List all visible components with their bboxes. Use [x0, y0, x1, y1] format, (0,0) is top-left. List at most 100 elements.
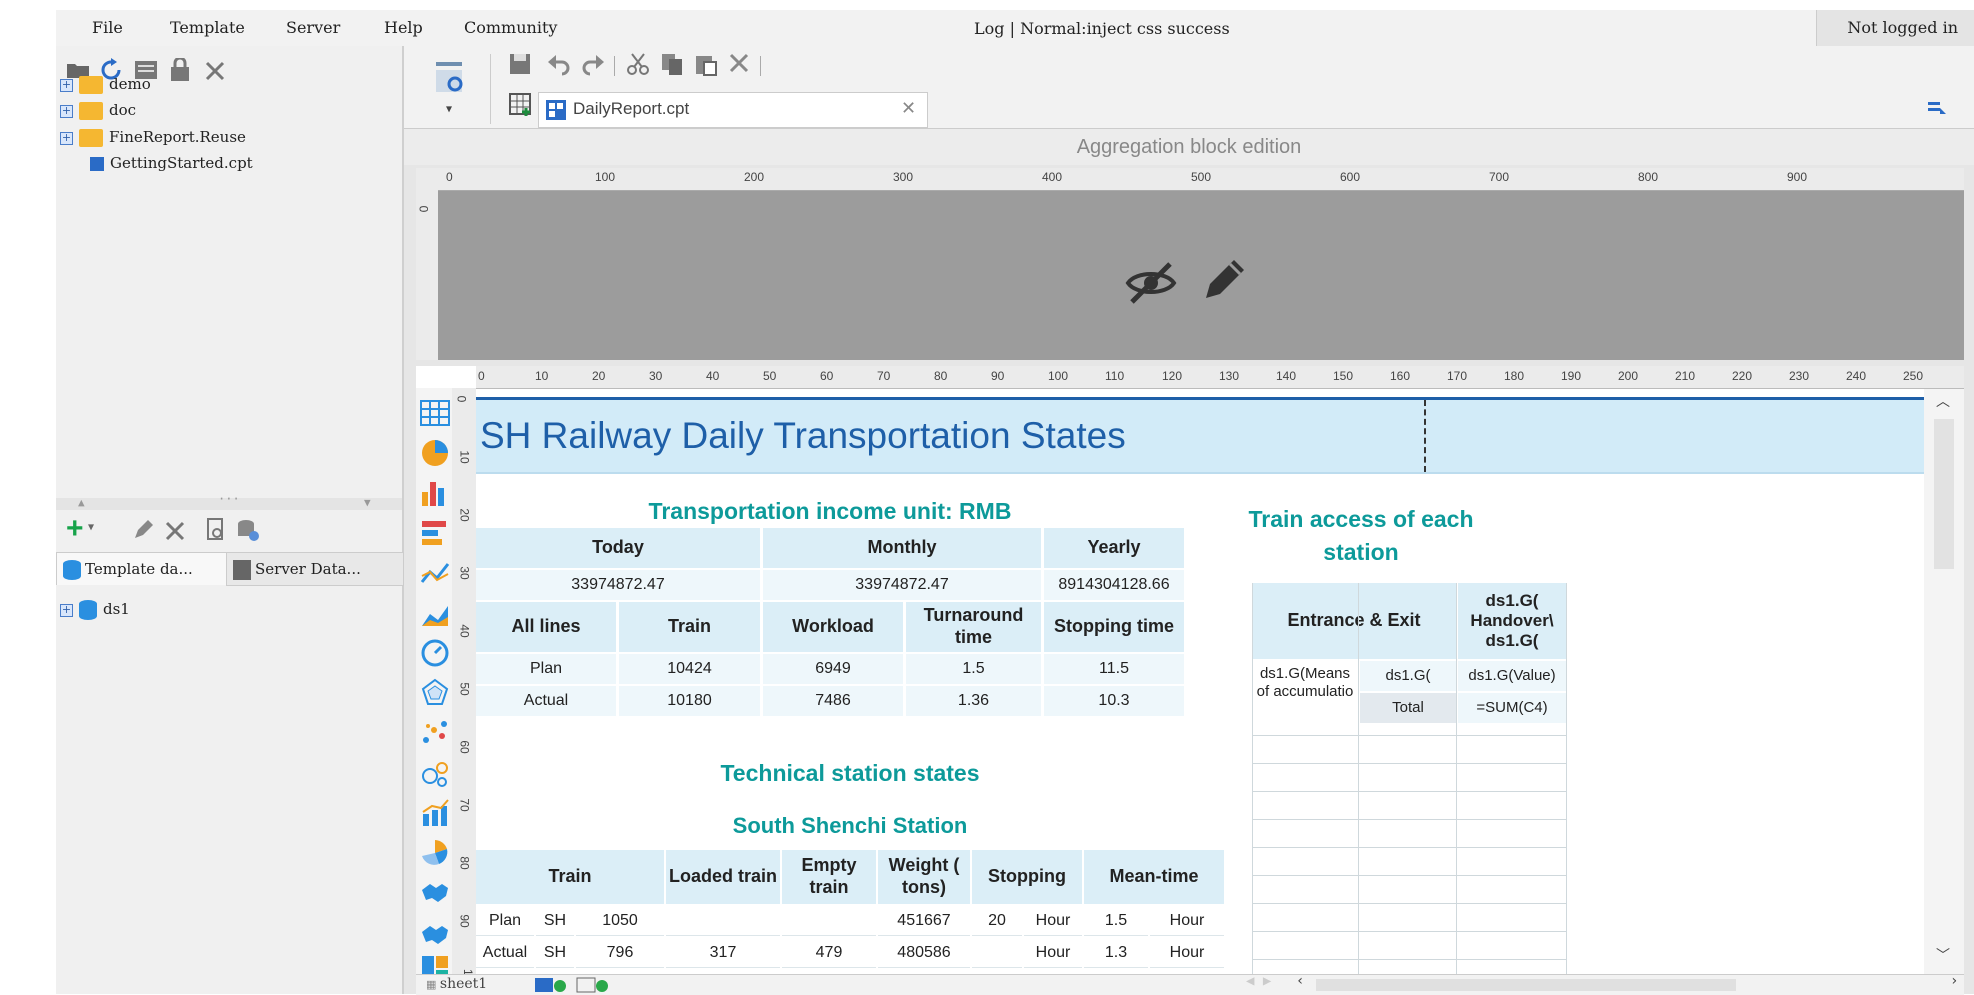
stats-header-all-lines[interactable]: All lines — [476, 602, 616, 652]
station-cell[interactable] — [972, 938, 1022, 968]
dataset-item-ds1[interactable]: + ds1 — [60, 598, 130, 620]
lock-icon[interactable] — [168, 58, 192, 82]
access-col1-header[interactable]: ds1.G( Handover\ ds1.G( — [1458, 583, 1566, 659]
expand-icon[interactable]: + — [60, 131, 73, 145]
scroll-right-icon[interactable]: › — [1950, 973, 1958, 989]
station-cell[interactable]: 1.3 — [1084, 938, 1148, 968]
line-chart-icon[interactable] — [420, 558, 450, 588]
station-cell[interactable] — [782, 906, 876, 936]
expand-icon[interactable]: + — [60, 603, 73, 617]
income-value-monthly[interactable]: 33974872.47 — [763, 570, 1041, 600]
bubble-chart-icon[interactable] — [420, 758, 450, 788]
menu-template[interactable]: Template — [170, 18, 245, 37]
preview-icon[interactable] — [434, 60, 470, 96]
redo-icon[interactable] — [582, 52, 606, 76]
station-cell[interactable]: Hour — [1024, 906, 1082, 936]
login-status[interactable]: Not logged in — [1816, 10, 1974, 46]
station-header-train[interactable]: Train — [476, 850, 664, 904]
bar-chart-icon[interactable] — [420, 478, 450, 508]
access-vehicle-cell[interactable]: ds1.G( — [1360, 661, 1456, 691]
stats-cell[interactable]: 10424 — [619, 654, 760, 684]
tree-item-finereport-reuse[interactable]: + FineReport.Reuse — [60, 126, 246, 148]
tab-dailyreport[interactable]: DailyReport.cpt ✕ — [538, 92, 928, 128]
stats-header-workload[interactable]: Workload — [763, 602, 903, 652]
station-cell[interactable]: Plan — [476, 906, 534, 936]
stats-cell[interactable]: Plan — [476, 654, 616, 684]
stats-cell[interactable]: 1.5 — [906, 654, 1041, 684]
edit-icon[interactable] — [132, 519, 154, 541]
scroll-thumb[interactable] — [1934, 419, 1954, 569]
tree-item-demo[interactable]: + demo — [60, 73, 151, 95]
stats-cell[interactable]: 10.3 — [1044, 686, 1184, 716]
horizontal-bar-icon[interactable] — [420, 518, 450, 548]
horizontal-scroll-thumb[interactable] — [1316, 979, 1736, 991]
preview-dropdown-icon[interactable]: ▼ — [446, 104, 452, 115]
stats-header-train[interactable]: Train — [619, 602, 760, 652]
menu-file[interactable]: File — [92, 18, 123, 37]
access-entrance-exit[interactable]: Entrance & Exit — [1252, 583, 1456, 659]
income-header-monthly[interactable]: Monthly — [763, 528, 1041, 568]
rose-chart-icon[interactable] — [420, 838, 450, 868]
tab-server-data[interactable]: Server Data... — [226, 552, 404, 586]
station-cell[interactable]: 451667 — [878, 906, 970, 936]
station-header-loaded[interactable]: Loaded train — [666, 850, 780, 904]
menu-server[interactable]: Server — [286, 18, 340, 37]
undo-icon[interactable] — [546, 52, 570, 76]
map-flow-icon[interactable] — [420, 918, 450, 948]
stats-cell[interactable]: 6949 — [763, 654, 903, 684]
station-cell[interactable]: Hour — [1150, 906, 1224, 936]
insert-cell-icon[interactable] — [508, 92, 534, 118]
income-value-yearly[interactable]: 8914304128.66 — [1044, 570, 1184, 600]
station-header-mean-time[interactable]: Mean-time — [1084, 850, 1224, 904]
station-cell[interactable]: Hour — [1150, 938, 1224, 968]
expand-icon[interactable]: + — [60, 104, 73, 118]
stats-header-stopping[interactable]: Stopping time — [1044, 602, 1184, 652]
tab-list-icon[interactable] — [1926, 98, 1948, 118]
station-cell[interactable]: 480586 — [878, 938, 970, 968]
access-total-cell[interactable]: Total — [1360, 693, 1456, 723]
station-cell[interactable]: SH — [536, 906, 574, 936]
menu-help[interactable]: Help — [384, 18, 423, 37]
scroll-up-icon[interactable]: ︿ — [1936, 391, 1950, 411]
income-header-today[interactable]: Today — [476, 528, 760, 568]
save-icon[interactable] — [508, 52, 532, 76]
access-sum-cell[interactable]: =SUM(C4) — [1458, 693, 1566, 723]
table-chart-icon[interactable] — [420, 400, 450, 426]
station-cell[interactable]: 796 — [576, 938, 664, 968]
income-value-today[interactable]: 33974872.47 — [476, 570, 760, 600]
hide-icon[interactable] — [1124, 258, 1178, 308]
station-header-weight[interactable]: Weight ( tons) — [878, 850, 970, 904]
map-icon[interactable] — [420, 878, 450, 908]
sheet-tab-sheet1[interactable]: ▦ sheet1 — [426, 976, 487, 992]
radar-chart-icon[interactable] — [420, 678, 450, 708]
access-means-cell[interactable]: ds1.G(Means of accumulatio — [1252, 661, 1358, 731]
scroll-left-icon[interactable]: ‹ — [1296, 973, 1304, 989]
cut-icon[interactable] — [626, 52, 650, 76]
add-dashboard-sheet-icon[interactable] — [576, 977, 610, 993]
arrow-up-icon[interactable]: ▲ — [78, 496, 85, 509]
add-dataset-icon[interactable]: + — [66, 512, 84, 546]
paste-icon[interactable] — [694, 52, 718, 76]
station-cell[interactable]: SH — [536, 938, 574, 968]
menu-community[interactable]: Community — [464, 18, 557, 37]
dropdown-icon[interactable]: ▼ — [88, 522, 94, 533]
edit-pencil-icon[interactable] — [1200, 254, 1250, 304]
first-page-icon[interactable]: ◀ ▶ — [1246, 973, 1271, 989]
scroll-down-icon[interactable]: ﹀ — [1936, 945, 1950, 965]
station-cell[interactable] — [666, 906, 780, 936]
tab-template-data[interactable]: Template da... — [56, 552, 228, 585]
copy-icon[interactable] — [660, 52, 684, 76]
income-header-yearly[interactable]: Yearly — [1044, 528, 1184, 568]
delete-icon[interactable] — [204, 60, 226, 82]
pie-chart-icon[interactable] — [420, 438, 450, 468]
stats-cell[interactable]: 11.5 — [1044, 654, 1184, 684]
tree-item-gettingstarted[interactable]: GettingStarted.cpt — [90, 152, 253, 174]
stats-cell[interactable]: Actual — [476, 686, 616, 716]
expand-icon[interactable]: + — [60, 78, 73, 92]
stats-cell[interactable]: 1.36 — [906, 686, 1041, 716]
delete-icon[interactable] — [164, 520, 186, 542]
preview-icon[interactable] — [206, 518, 226, 542]
gauge-chart-icon[interactable] — [420, 638, 450, 668]
station-cell[interactable]: 317 — [666, 938, 780, 968]
station-header-stopping[interactable]: Stopping — [972, 850, 1082, 904]
